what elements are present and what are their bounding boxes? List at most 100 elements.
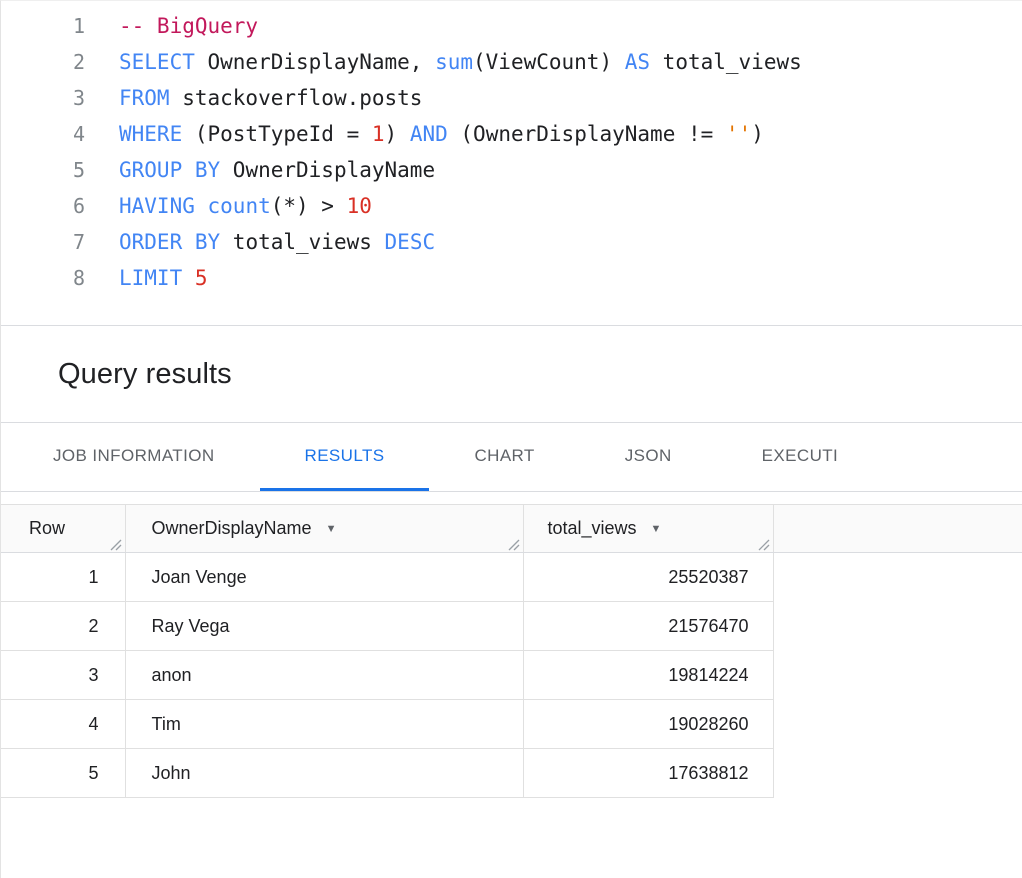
row-cell: 4 (1, 700, 125, 749)
column-header-total-views: total_views ▼ (523, 505, 773, 553)
table-row: 4Tim19028260 (1, 700, 1022, 749)
code-text: -- BigQuery (85, 8, 258, 44)
code-token-kw: GROUP BY (119, 158, 220, 182)
code-token-kw: ORDER BY (119, 230, 220, 254)
owner-display-name-cell: Joan Venge (125, 553, 523, 602)
code-token-kw: HAVING (119, 194, 195, 218)
results-title-bar: Query results (1, 326, 1022, 423)
column-header-row: Row (1, 505, 125, 553)
code-token-kw: DESC (385, 230, 436, 254)
row-cell: 5 (1, 749, 125, 798)
line-number: 2 (1, 44, 85, 80)
column-resize-handle-icon[interactable] (755, 536, 770, 551)
owner-display-name-cell: Ray Vega (125, 602, 523, 651)
column-header-label: OwnerDisplayName (152, 518, 312, 538)
query-results-title: Query results (58, 358, 232, 391)
column-header-owner-display-name: OwnerDisplayName ▼ (125, 505, 523, 553)
owner-display-name-cell: Tim (125, 700, 523, 749)
column-resize-handle-icon[interactable] (107, 536, 122, 551)
code-token-plain: ) (751, 122, 764, 146)
code-token-kw: AND (410, 122, 448, 146)
code-token-kw: SELECT (119, 50, 195, 74)
total-views-cell: 21576470 (523, 602, 773, 651)
code-text: GROUP BY OwnerDisplayName (85, 152, 435, 188)
table-row: 3anon19814224 (1, 651, 1022, 700)
tab-job-information[interactable]: JOB INFORMATION (8, 423, 260, 491)
code-token-plain: ) (385, 122, 410, 146)
code-token-comment: -- BigQuery (119, 14, 258, 38)
code-line[interactable]: 5GROUP BY OwnerDisplayName (1, 152, 1022, 188)
tab-json[interactable]: JSON (580, 423, 717, 491)
code-token-plain: (PostTypeId = (182, 122, 372, 146)
line-number: 1 (1, 8, 85, 44)
results-grid: Row OwnerDisplayName ▼ total_views ▼ 1Joan V… (1, 504, 1022, 798)
bigquery-query-results-panel: 1-- BigQuery2SELECT OwnerDisplayName, su… (0, 0, 1022, 878)
tab-results[interactable]: RESULTS (260, 423, 430, 491)
code-line[interactable]: 6 HAVING count(*) > 10 (1, 188, 1022, 224)
row-filler (773, 700, 1022, 749)
code-lines: 1 -- BigQuery 2SELECT OwnerDisplayName, su… (1, 8, 1022, 296)
row-filler (773, 651, 1022, 700)
owner-display-name-cell: John (125, 749, 523, 798)
code-token-num: 5 (195, 266, 208, 290)
code-token-plain (182, 266, 195, 290)
code-token-plain (195, 194, 208, 218)
table-row: 2Ray Vega21576470 (1, 602, 1022, 651)
column-header-label: Row (29, 518, 65, 538)
results-tab-bar: JOB INFORMATIONRESULTSCHARTJSONEXECUTI (1, 423, 1022, 492)
total-views-cell: 19814224 (523, 651, 773, 700)
total-views-cell: 19028260 (523, 700, 773, 749)
column-resize-handle-icon[interactable] (505, 536, 520, 551)
grid-header-row: Row OwnerDisplayName ▼ total_views ▼ (1, 505, 1022, 553)
sort-dropdown-icon[interactable]: ▼ (651, 523, 662, 535)
table-row: 1Joan Venge25520387 (1, 553, 1022, 602)
code-token-kw: sum (435, 50, 473, 74)
row-cell: 2 (1, 602, 125, 651)
code-token-kw: FROM (119, 86, 170, 110)
code-line[interactable]: 3FROM stackoverflow.posts (1, 80, 1022, 116)
code-line[interactable]: 8LIMIT 5 (1, 260, 1022, 296)
line-number: 8 (1, 260, 85, 296)
code-text: SELECT OwnerDisplayName, sum(ViewCount) … (85, 44, 802, 80)
header-filler (773, 505, 1022, 553)
total-views-cell: 17638812 (523, 749, 773, 798)
tab-chart[interactable]: CHART (429, 423, 579, 491)
row-cell: 1 (1, 553, 125, 602)
line-number: 4 (1, 116, 85, 152)
code-text: FROM stackoverflow.posts (85, 80, 422, 116)
code-line[interactable]: 4 WHERE (PostTypeId = 1) AND (OwnerDispla… (1, 116, 1022, 152)
code-token-num: 10 (347, 194, 372, 218)
code-line[interactable]: 1 -- BigQuery (1, 8, 1022, 44)
code-token-plain: total_views (650, 50, 802, 74)
code-token-kw: LIMIT (119, 266, 182, 290)
code-token-kw: WHERE (119, 122, 182, 146)
total-views-cell: 25520387 (523, 553, 773, 602)
code-token-plain: OwnerDisplayName (220, 158, 435, 182)
sql-editor[interactable]: 1 -- BigQuery 2SELECT OwnerDisplayName, su… (1, 1, 1022, 326)
tab-execution-details[interactable]: EXECUTI (717, 423, 883, 491)
code-token-plain: stackoverflow.posts (170, 86, 423, 110)
row-filler (773, 749, 1022, 798)
code-text: ORDER BY total_views DESC (85, 224, 435, 260)
line-number: 5 (1, 152, 85, 188)
code-token-str: '' (726, 122, 751, 146)
code-token-num: 1 (372, 122, 385, 146)
code-token-kw: AS (625, 50, 650, 74)
code-token-kw: count (208, 194, 271, 218)
row-cell: 3 (1, 651, 125, 700)
code-token-plain: (OwnerDisplayName != (448, 122, 726, 146)
code-token-plain: (*) > (271, 194, 347, 218)
line-number: 3 (1, 80, 85, 116)
code-text: LIMIT 5 (85, 260, 208, 296)
code-line[interactable]: 7ORDER BY total_views DESC (1, 224, 1022, 260)
row-filler (773, 602, 1022, 651)
code-token-plain: total_views (220, 230, 384, 254)
code-token-plain: (ViewCount) (473, 50, 625, 74)
sort-dropdown-icon[interactable]: ▼ (326, 523, 337, 535)
line-number: 6 (1, 188, 85, 224)
code-line[interactable]: 2SELECT OwnerDisplayName, sum(ViewCount)… (1, 44, 1022, 80)
row-filler (773, 553, 1022, 602)
results-table: Row OwnerDisplayName ▼ total_views ▼ 1Joan V… (1, 504, 1022, 798)
column-header-label: total_views (548, 518, 637, 538)
line-number: 7 (1, 224, 85, 260)
